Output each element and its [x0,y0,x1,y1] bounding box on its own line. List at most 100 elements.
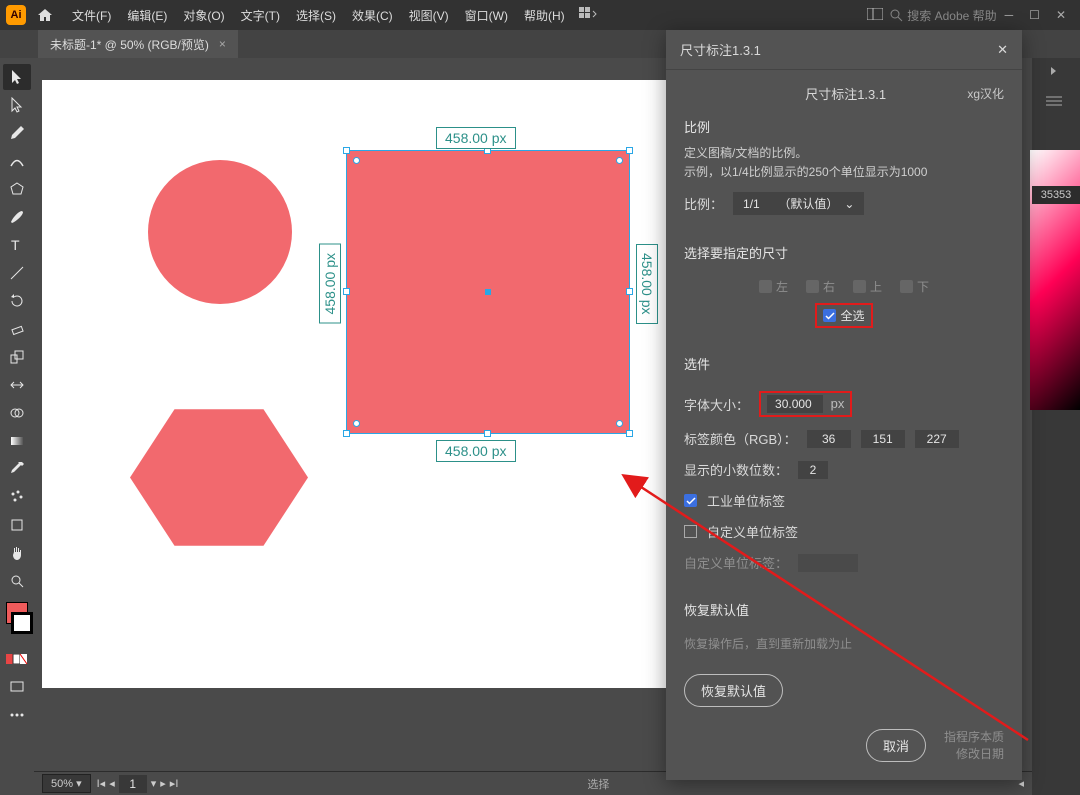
gradient-tool-icon[interactable] [3,428,31,454]
screen-mode-icon[interactable] [3,674,31,700]
window-maximize-icon[interactable]: ☐ [1021,8,1048,22]
selection-handle[interactable] [343,147,350,154]
corner-widget[interactable] [353,420,360,427]
menu-select[interactable]: 选择(S) [288,7,344,24]
panel-collapse-icon[interactable] [1046,64,1066,84]
selection-handle[interactable] [626,288,633,295]
custom-unit-input[interactable] [798,554,858,572]
artboard[interactable]: 458.00 px 458.00 px 458.00 px 458.00 px [42,80,670,688]
checkbox-bottom[interactable] [900,280,913,293]
brush-tool-icon[interactable] [3,204,31,230]
window-close-icon[interactable]: ✕ [1048,8,1074,22]
select-all-highlight: 全选 [815,303,872,328]
shape-square-selected[interactable] [346,150,630,434]
shape-hexagon[interactable] [130,400,308,555]
workspace-switcher-icon[interactable] [573,7,603,24]
window-minimize-icon[interactable]: ─ [997,8,1022,22]
eraser-tool-icon[interactable] [3,316,31,342]
menu-view[interactable]: 视图(V) [401,7,457,24]
home-icon[interactable] [34,4,56,26]
decimals-input[interactable]: 2 [798,461,828,479]
artboard-tool-icon[interactable] [3,512,31,538]
selection-handle[interactable] [484,430,491,437]
next-icon[interactable]: ▸ [160,777,166,790]
menu-help[interactable]: 帮助(H) [516,7,573,24]
checkbox-right[interactable] [806,280,819,293]
width-tool-icon[interactable] [3,372,31,398]
menu-file[interactable]: 文件(F) [64,7,119,24]
hand-tool-icon[interactable] [3,540,31,566]
color-b-input[interactable]: 227 [915,430,959,448]
selection-tool-icon[interactable] [3,64,31,90]
line-tool-icon[interactable] [3,260,31,286]
panel-title: 尺寸标注1.3.1 [680,40,997,59]
label-color-label: 标签颜色（RGB）： [684,429,797,448]
checkbox-industrial[interactable] [684,494,697,507]
direct-selection-tool-icon[interactable] [3,92,31,118]
color-mode-icon[interactable] [3,646,31,672]
menu-effect[interactable]: 效果(C) [344,7,401,24]
checkbox-custom-unit[interactable] [684,525,697,538]
menu-edit[interactable]: 编辑(E) [119,7,175,24]
checkbox-left[interactable] [759,280,772,293]
symbol-sprayer-tool-icon[interactable] [3,484,31,510]
corner-widget[interactable] [616,420,623,427]
arrange-docs-icon[interactable] [861,8,889,23]
prev-icon[interactable]: ◂ [109,777,115,790]
chevron-down-icon: ▾ [76,778,82,790]
cancel-button[interactable]: 取消 [866,729,926,762]
pen-tool-icon[interactable] [3,120,31,146]
eyedropper-tool-icon[interactable] [3,456,31,482]
document-tab[interactable]: 未标题-1* @ 50% (RGB/预览) × [38,30,238,59]
toolbox: T [0,58,34,795]
first-icon[interactable]: I◂ [97,777,106,790]
menu-type[interactable]: 文字(T) [233,7,288,24]
tab-close-icon[interactable]: × [219,37,226,51]
shape-builder-tool-icon[interactable] [3,400,31,426]
restore-defaults-button[interactable]: 恢复默认值 [684,674,783,707]
corner-widget[interactable] [353,157,360,164]
artboard-index[interactable]: 1 [119,775,147,793]
panel-menu-icon[interactable] [1046,94,1066,114]
color-hex-peek: 35353 [1032,186,1080,204]
selection-center [485,289,491,295]
panel-credit: xg汉化 [967,85,1004,102]
curvature-tool-icon[interactable] [3,148,31,174]
scale-dropdown[interactable]: 1/1 （默认值） ⌄ [733,192,864,215]
help-search[interactable]: 搜索 Adobe 帮助 [889,7,996,24]
selection-handle[interactable] [343,430,350,437]
menu-object[interactable]: 对象(O) [175,7,232,24]
scale-tool-icon[interactable] [3,344,31,370]
checkbox-top[interactable] [853,280,866,293]
zoom-tool-icon[interactable] [3,568,31,594]
menu-window[interactable]: 窗口(W) [457,7,516,24]
rectangle-tool-icon[interactable] [3,176,31,202]
selection-handle[interactable] [626,147,633,154]
footer-modified: 修改日期 [944,745,1004,762]
panel-close-icon[interactable]: ✕ [997,42,1008,58]
scale-desc-1: 定义图稿/文档的比例。 [684,144,1004,163]
artboard-nav[interactable]: I◂ ◂ 1 ▾ ▸ ▸I [97,775,179,793]
restore-note: 恢复操作后，直到重新加载为止 [666,631,1022,664]
custom-unit-field-label: 自定义单位标签： [684,553,788,572]
last-icon[interactable]: ▸I [170,777,179,790]
edit-toolbar-icon[interactable] [3,702,31,728]
stroke-color-swatch[interactable] [11,612,33,634]
font-size-unit: px [827,396,845,411]
rotate-tool-icon[interactable] [3,288,31,314]
type-tool-icon[interactable]: T [3,232,31,258]
svg-text:T: T [11,237,20,253]
color-r-input[interactable]: 36 [807,430,851,448]
color-g-input[interactable]: 151 [861,430,905,448]
dimension-annotation-panel: 尺寸标注1.3.1 ✕ 尺寸标注1.3.1 xg汉化 比例 定义图稿/文档的比例… [666,30,1022,780]
shape-circle[interactable] [148,160,292,304]
font-size-input[interactable]: 30.000 [767,395,823,413]
checkbox-select-all[interactable] [823,309,836,322]
corner-widget[interactable] [616,157,623,164]
chevron-down-icon[interactable]: ▾ [151,777,157,790]
zoom-level[interactable]: 50% ▾ [42,774,91,793]
selection-handle[interactable] [343,288,350,295]
dimension-label-right: 458.00 px [636,244,658,324]
selection-handle[interactable] [626,430,633,437]
section-restore-header: 恢复默认值 [684,600,1004,619]
